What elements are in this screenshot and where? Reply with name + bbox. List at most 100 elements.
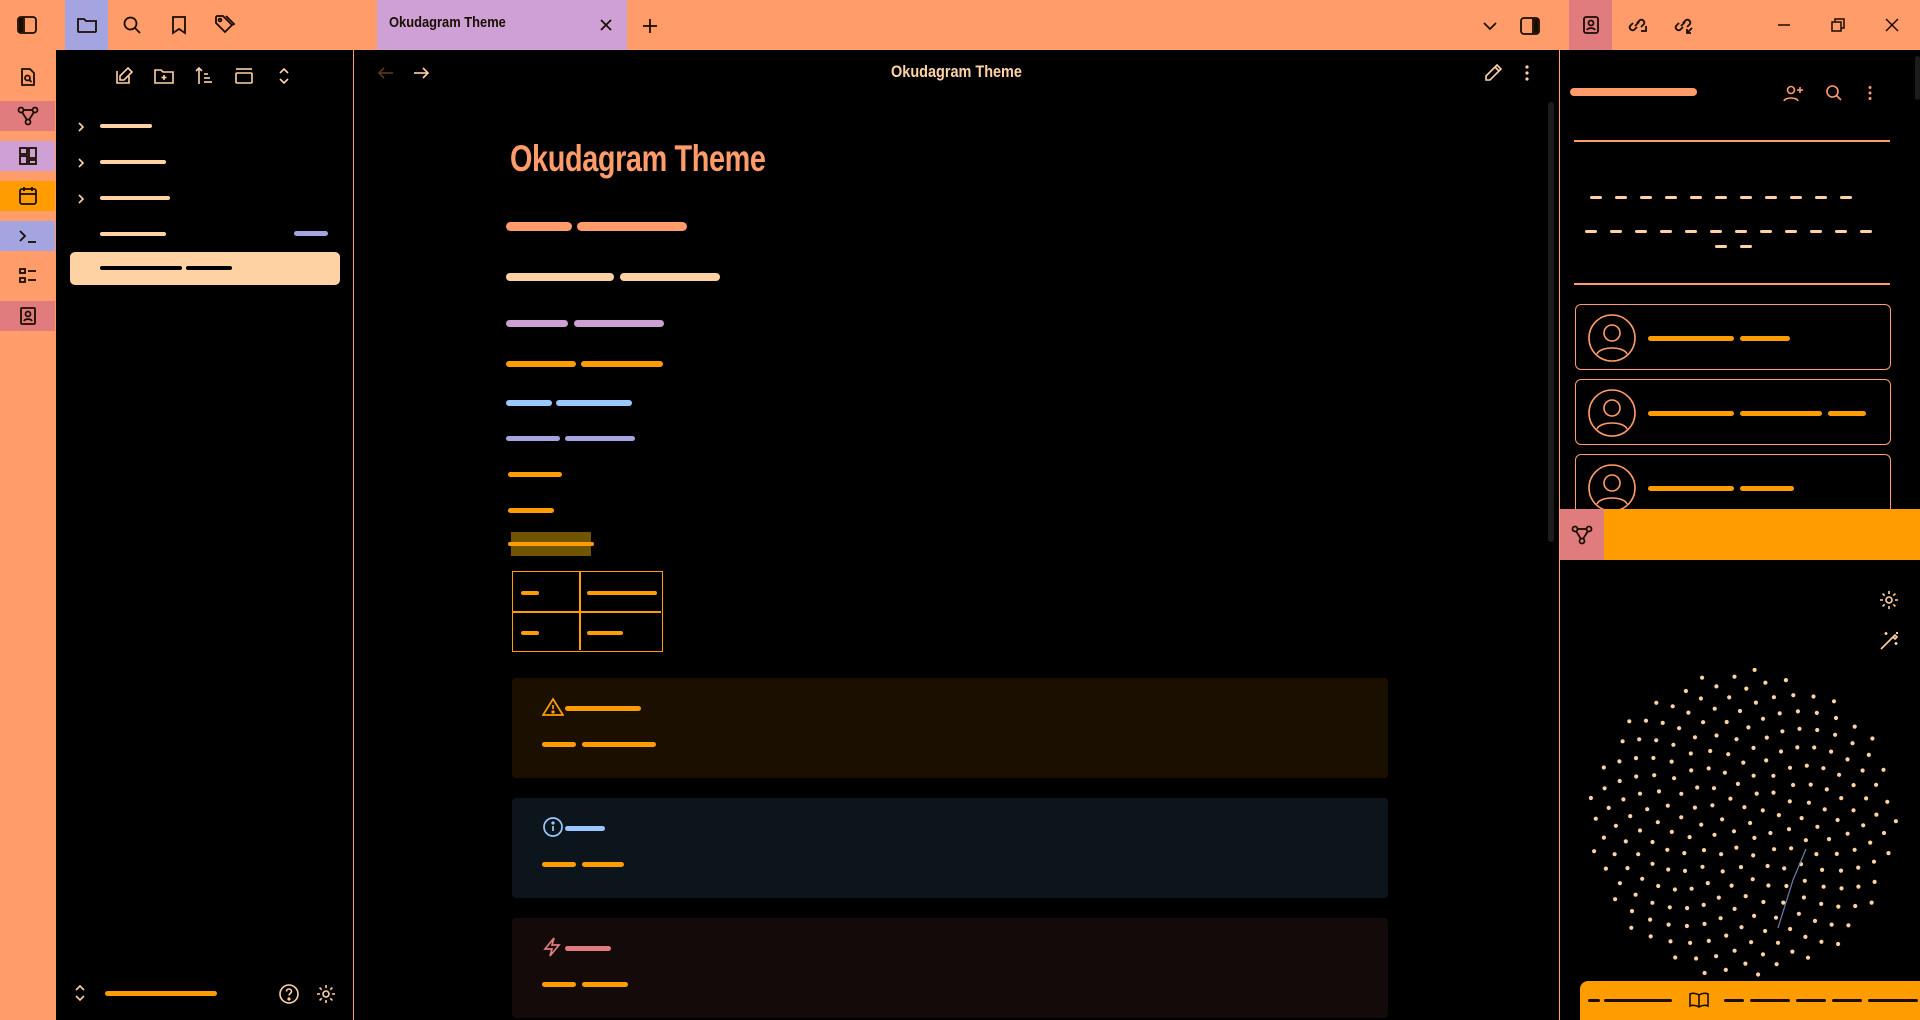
- graph-node[interactable]: [1764, 735, 1769, 740]
- graph-node[interactable]: [1628, 814, 1633, 819]
- graph-node[interactable]: [1893, 819, 1898, 824]
- graph-node[interactable]: [1852, 847, 1857, 852]
- graph-node[interactable]: [1751, 773, 1756, 778]
- graph-node[interactable]: [1833, 732, 1838, 737]
- graph-node[interactable]: [1743, 894, 1748, 899]
- graph-node[interactable]: [1833, 715, 1839, 721]
- graph-node[interactable]: [1670, 704, 1675, 709]
- graph-node[interactable]: [1826, 837, 1832, 842]
- gear-icon[interactable]: [1876, 587, 1902, 613]
- graph-node[interactable]: [1724, 933, 1729, 938]
- graph-node[interactable]: [1666, 867, 1671, 872]
- search-icon[interactable]: [1821, 81, 1847, 105]
- contact-card[interactable]: [1575, 454, 1891, 512]
- graph-node[interactable]: [1621, 797, 1626, 802]
- graph-node[interactable]: [1672, 887, 1677, 892]
- graph-node[interactable]: [1637, 828, 1643, 833]
- graph-node[interactable]: [1790, 949, 1795, 954]
- graph-node[interactable]: [1819, 901, 1824, 906]
- graph-node[interactable]: [1700, 864, 1705, 869]
- graph-node[interactable]: [1692, 735, 1698, 740]
- graph-node[interactable]: [1750, 877, 1755, 882]
- graph-node[interactable]: [1735, 781, 1740, 786]
- graph-node[interactable]: [1780, 729, 1785, 734]
- help-icon[interactable]: [277, 982, 301, 1006]
- graph-node[interactable]: [1603, 866, 1608, 871]
- graph-node[interactable]: [1732, 906, 1737, 911]
- graph-node[interactable]: [1685, 906, 1690, 911]
- graph-node[interactable]: [1667, 905, 1672, 910]
- graph-node[interactable]: [1719, 852, 1724, 857]
- graph-node[interactable]: [1710, 803, 1715, 808]
- graph-node[interactable]: [1640, 876, 1645, 881]
- graph-node[interactable]: [1593, 816, 1598, 821]
- graph-node[interactable]: [1700, 675, 1705, 680]
- graph-node[interactable]: [1606, 805, 1611, 810]
- graph-node[interactable]: [1766, 883, 1771, 888]
- graph-node[interactable]: [1776, 813, 1781, 818]
- graph-node[interactable]: [1633, 756, 1639, 761]
- graph-node[interactable]: [1712, 832, 1717, 837]
- graph-node[interactable]: [1815, 824, 1820, 829]
- graph-node[interactable]: [1829, 922, 1834, 927]
- graph-node[interactable]: [1722, 770, 1727, 775]
- graph-node[interactable]: [1637, 791, 1643, 796]
- graph-node[interactable]: [1834, 851, 1839, 856]
- editor-scrollbar[interactable]: [1548, 102, 1554, 542]
- file-item-active[interactable]: [70, 252, 340, 285]
- more-icon[interactable]: [1860, 81, 1880, 105]
- graph-node[interactable]: [1812, 745, 1817, 750]
- magic-wand-icon[interactable]: [1876, 628, 1902, 654]
- list-icon[interactable]: [0, 261, 55, 291]
- graph-node[interactable]: [1771, 695, 1776, 700]
- graph-node[interactable]: [1689, 768, 1694, 773]
- graph-node[interactable]: [1701, 902, 1706, 907]
- new-tab-plus-icon[interactable]: [637, 13, 663, 39]
- graph-node[interactable]: [1787, 765, 1793, 770]
- graph-node[interactable]: [1853, 903, 1858, 909]
- graph-node[interactable]: [1729, 883, 1734, 888]
- graph-node[interactable]: [1701, 848, 1707, 853]
- graph-node[interactable]: [1775, 940, 1781, 945]
- graph-node[interactable]: [1683, 688, 1688, 694]
- graph-node[interactable]: [1701, 720, 1706, 725]
- graph-node[interactable]: [1705, 881, 1710, 886]
- graph-node[interactable]: [1650, 900, 1655, 905]
- link-out-icon[interactable]: [1623, 12, 1651, 38]
- graph-node[interactable]: [1791, 782, 1796, 788]
- graph-node[interactable]: [1734, 845, 1739, 850]
- graph-node[interactable]: [1654, 700, 1659, 705]
- graph-node[interactable]: [1694, 956, 1699, 961]
- chevron-down-icon[interactable]: [1478, 14, 1502, 38]
- graph-node[interactable]: [1651, 755, 1656, 761]
- graph-node[interactable]: [1673, 955, 1678, 960]
- graph-node[interactable]: [1846, 923, 1851, 928]
- graph-node[interactable]: [1677, 726, 1682, 731]
- graph-node[interactable]: [1821, 884, 1826, 889]
- graph-node[interactable]: [1645, 807, 1650, 812]
- graph-node[interactable]: [1839, 796, 1844, 801]
- folder-item[interactable]: [56, 112, 355, 140]
- graph-node[interactable]: [1613, 823, 1618, 828]
- edit-icon[interactable]: [1480, 61, 1506, 85]
- graph-node[interactable]: [1720, 869, 1725, 874]
- expand-icon[interactable]: [271, 64, 297, 88]
- graph-node[interactable]: [1742, 805, 1747, 810]
- graph-node[interactable]: [1652, 773, 1657, 778]
- graph-node[interactable]: [1788, 926, 1793, 932]
- graph-icon[interactable]: [0, 101, 55, 131]
- graph-tab[interactable]: [1560, 509, 1604, 560]
- graph-node[interactable]: [1623, 839, 1628, 844]
- graph-node[interactable]: [1688, 940, 1693, 945]
- graph-node[interactable]: [1732, 948, 1737, 953]
- graph-node[interactable]: [1672, 776, 1677, 781]
- graph-node[interactable]: [1714, 733, 1719, 738]
- graph-node[interactable]: [1739, 925, 1744, 930]
- back-icon[interactable]: [374, 61, 398, 85]
- graph-node[interactable]: [1712, 706, 1717, 711]
- graph-node[interactable]: [1724, 719, 1729, 725]
- graph-node[interactable]: [1760, 716, 1766, 721]
- graph-node[interactable]: [1802, 878, 1807, 883]
- graph-node[interactable]: [1763, 680, 1768, 685]
- graph-node[interactable]: [1692, 805, 1697, 810]
